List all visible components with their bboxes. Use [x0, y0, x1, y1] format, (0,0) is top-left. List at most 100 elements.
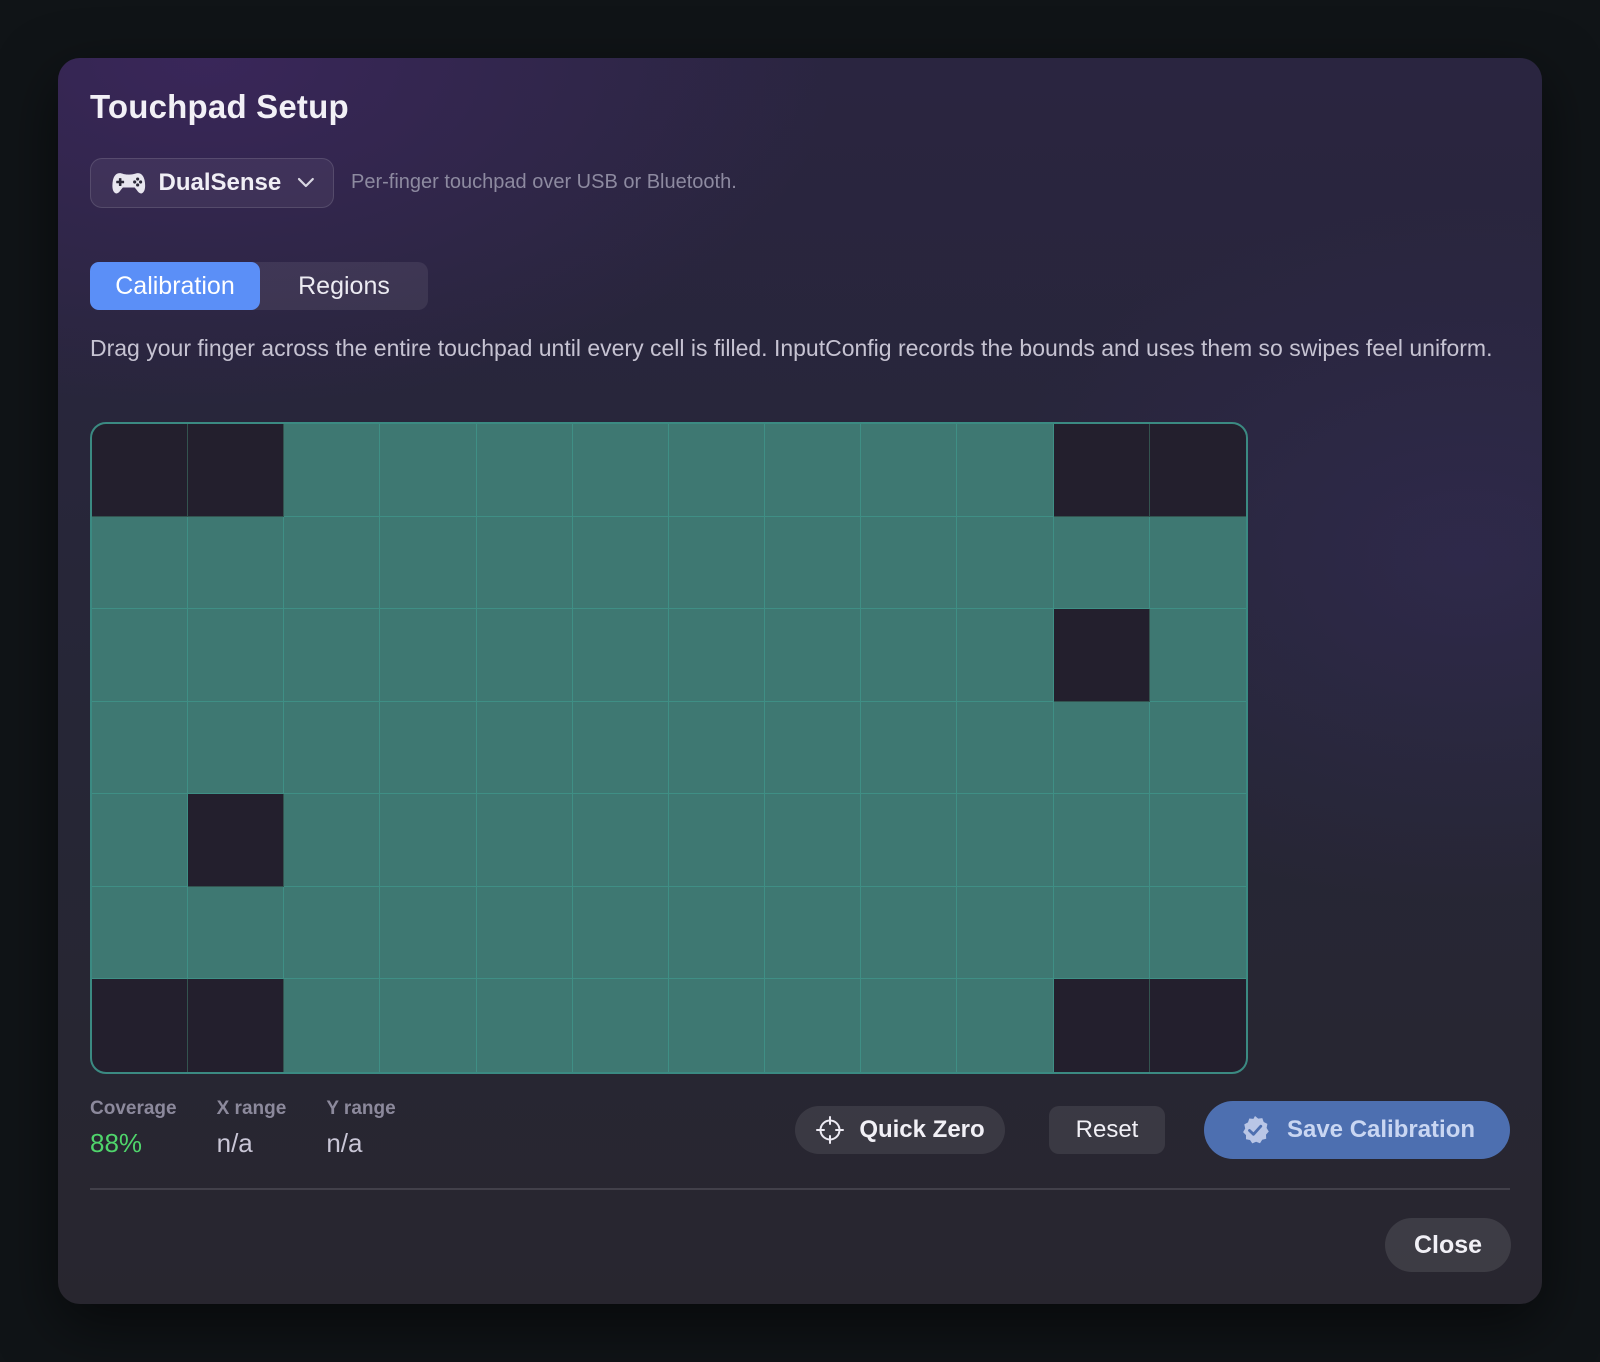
grid-cell-filled [1053, 886, 1150, 980]
stat-x-range-label: X range [216, 1098, 287, 1119]
grid-cell-empty [1053, 609, 1150, 702]
grid-cell-empty [1149, 424, 1246, 517]
grid-cell-filled [861, 979, 958, 1072]
reset-button[interactable]: Reset [1049, 1106, 1165, 1154]
grid-cell-filled [765, 794, 862, 887]
grid-cell-filled [284, 516, 381, 610]
grid-cell-filled [476, 794, 573, 887]
device-select-label: DualSense [158, 169, 282, 196]
grid-cell-filled [1149, 609, 1246, 702]
grid-cell-filled [572, 516, 669, 610]
grid-cell-filled [572, 701, 669, 795]
grid-cell-empty [92, 979, 189, 1072]
chevron-down-icon [298, 177, 315, 188]
stat-x-range-value: n/a [216, 1128, 253, 1158]
stat-x-range: X range n/a [217, 1098, 287, 1159]
grid-cell-filled [572, 609, 669, 702]
grid-cell-filled [188, 609, 285, 702]
grid-cell-filled [1149, 886, 1246, 980]
grid-cell-filled [668, 424, 766, 517]
grid-cell-filled [765, 424, 862, 517]
grid-cell-filled [284, 701, 381, 795]
stat-coverage-label: Coverage [90, 1098, 177, 1119]
grid-cell-filled [572, 886, 669, 980]
grid-cell-filled [1053, 794, 1150, 887]
tab-bar: Calibration Regions [90, 262, 428, 310]
stat-coverage: Coverage 88% [90, 1098, 177, 1159]
grid-cell-filled [861, 701, 958, 795]
crosshair-icon [816, 1116, 845, 1144]
grid-cell-filled [476, 886, 573, 980]
grid-cell-filled [380, 516, 477, 610]
device-hint: Per-finger touchpad over USB or Bluetoot… [351, 171, 737, 193]
grid-cell-empty [188, 979, 285, 1072]
grid-cell-filled [861, 424, 958, 517]
grid-cell-filled [380, 979, 477, 1072]
grid-cell-filled [861, 886, 958, 980]
grid-cell-filled [668, 794, 766, 887]
grid-cell-filled [765, 609, 862, 702]
grid-cell-filled [957, 794, 1054, 887]
grid-cell-filled [284, 886, 381, 980]
touchpad-setup-dialog: Touchpad Setup DualSense Per-finger touc… [58, 58, 1542, 1304]
grid-cell-filled [284, 979, 381, 1072]
grid-cell-filled [284, 794, 381, 887]
grid-cell-filled [572, 794, 669, 887]
grid-cell-filled [380, 609, 477, 702]
grid-cell-filled [1053, 701, 1150, 795]
grid-cell-filled [1053, 516, 1150, 610]
grid-cell-filled [765, 701, 862, 795]
grid-cell-filled [861, 609, 958, 702]
grid-cell-filled [765, 516, 862, 610]
verified-badge-icon [1243, 1116, 1269, 1144]
calibration-instructions: Drag your finger across the entire touch… [90, 335, 1493, 361]
dialog-title: Touchpad Setup [90, 88, 349, 125]
close-button[interactable]: Close [1385, 1218, 1511, 1272]
grid-cell-empty [188, 794, 285, 887]
grid-cell-filled [380, 886, 477, 980]
quick-zero-button[interactable]: Quick Zero [795, 1106, 1005, 1154]
grid-cell-filled [957, 701, 1054, 795]
grid-cell-filled [476, 609, 573, 702]
grid-cell-filled [92, 794, 189, 887]
grid-cell-empty [1149, 979, 1246, 1072]
grid-cell-filled [957, 516, 1054, 610]
stat-y-range-value: n/a [326, 1128, 363, 1158]
grid-cell-empty [92, 424, 189, 517]
stat-coverage-value: 88% [90, 1128, 143, 1158]
grid-cell-empty [1053, 424, 1150, 517]
grid-cell-filled [476, 701, 573, 795]
grid-cell-filled [92, 609, 189, 702]
grid-cell-filled [572, 424, 669, 517]
tab-regions[interactable]: Regions [260, 262, 428, 310]
quick-zero-label: Quick Zero [859, 1116, 985, 1143]
tab-calibration[interactable]: Calibration [90, 262, 260, 310]
grid-cell-filled [668, 609, 766, 702]
grid-cell-filled [476, 516, 573, 610]
touchpad-coverage-grid[interactable] [90, 422, 1248, 1074]
grid-cell-filled [572, 979, 669, 1072]
grid-cell-filled [861, 794, 958, 887]
grid-cell-filled [957, 886, 1054, 980]
grid-cell-filled [765, 979, 862, 1072]
grid-cell-filled [1149, 516, 1246, 610]
grid-cell-filled [668, 516, 766, 610]
grid-cell-filled [380, 424, 477, 517]
grid-cell-filled [284, 424, 381, 517]
grid-cell-filled [380, 794, 477, 887]
calibration-stats: Coverage 88% X range n/a Y range n/a [90, 1098, 396, 1159]
grid-cell-filled [765, 886, 862, 980]
gamepad-icon [112, 173, 146, 194]
stat-y-range: Y range n/a [326, 1098, 395, 1159]
grid-cell-filled [668, 886, 766, 980]
grid-cell-filled [92, 886, 189, 980]
grid-cell-filled [957, 609, 1054, 702]
grid-cell-filled [957, 979, 1054, 1072]
device-select[interactable]: DualSense [90, 158, 334, 208]
grid-cell-filled [188, 886, 285, 980]
grid-cell-filled [861, 516, 958, 610]
grid-cell-filled [380, 701, 477, 795]
save-calibration-label: Save Calibration [1286, 1116, 1476, 1143]
save-calibration-button[interactable]: Save Calibration [1204, 1101, 1510, 1159]
footer-divider [90, 1188, 1510, 1190]
